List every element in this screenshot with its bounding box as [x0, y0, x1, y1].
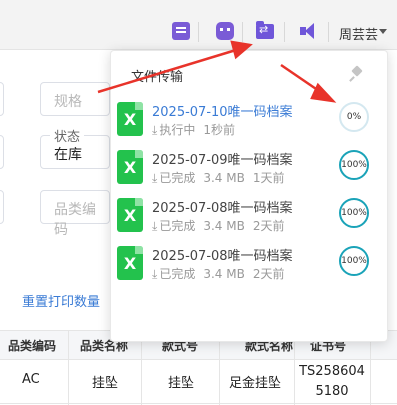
annotation-arrow [280, 63, 337, 103]
annotation-arrow [97, 40, 253, 94]
annotation-arrows [97, 40, 337, 103]
